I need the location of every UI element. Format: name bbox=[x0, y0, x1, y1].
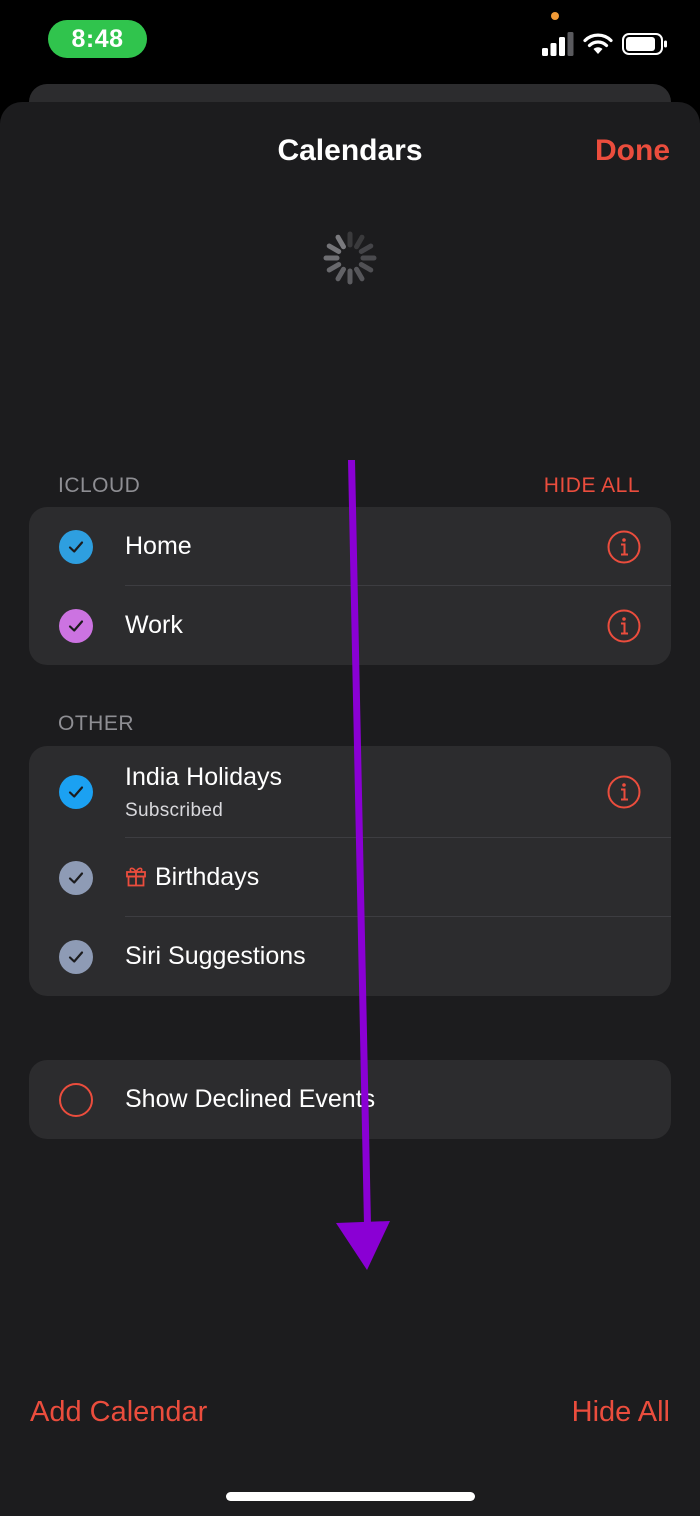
calendar-name: Siri Suggestions bbox=[125, 942, 306, 970]
checkmark-icon[interactable] bbox=[59, 529, 93, 564]
calendar-name: India Holidays bbox=[125, 762, 283, 791]
info-icon[interactable] bbox=[607, 530, 641, 564]
calendar-subtitle: Subscribed bbox=[125, 799, 224, 821]
checkmark-icon[interactable] bbox=[59, 608, 93, 643]
calendar-name-block: Birthdays bbox=[125, 863, 259, 892]
status-time: 8:48 bbox=[48, 20, 147, 58]
wifi-icon bbox=[583, 33, 613, 54]
checkmark-icon[interactable] bbox=[59, 939, 93, 974]
calendar-name: Birthdays bbox=[155, 863, 260, 891]
checkmark-icon[interactable] bbox=[59, 860, 93, 895]
signal-icon bbox=[542, 32, 574, 56]
spinner-icon bbox=[323, 231, 377, 285]
calendar-name: Home bbox=[125, 532, 192, 560]
privacy-indicator-dot bbox=[551, 12, 559, 20]
home-indicator[interactable] bbox=[226, 1492, 475, 1501]
add-calendar-button[interactable]: Add Calendar bbox=[30, 1396, 207, 1429]
hide-all-button[interactable]: Hide All bbox=[572, 1396, 670, 1429]
gift-icon bbox=[126, 867, 146, 887]
info-icon[interactable] bbox=[607, 775, 641, 809]
calendar-name: Work bbox=[125, 611, 183, 639]
done-button[interactable]: Done bbox=[595, 134, 670, 168]
icloud-hide-all-button[interactable]: HIDE ALL bbox=[544, 474, 640, 498]
calendar-name-block: India Holidays Subscribed bbox=[125, 763, 282, 822]
down-arrow-icon bbox=[336, 460, 390, 1270]
section-header-other: OTHER bbox=[58, 712, 134, 735]
info-icon[interactable] bbox=[607, 609, 641, 643]
battery-icon bbox=[622, 33, 667, 55]
section-header-icloud: ICLOUD bbox=[58, 474, 141, 497]
unchecked-circle-icon[interactable] bbox=[59, 1082, 93, 1117]
checkmark-icon[interactable] bbox=[59, 775, 93, 809]
